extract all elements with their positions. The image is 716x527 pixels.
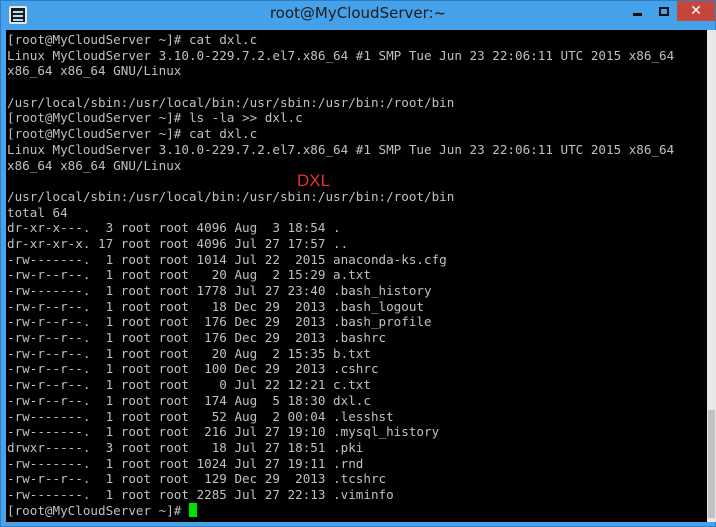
terminal-line: -rw-------. 1 root root 2285 Jul 27 22:1…	[7, 486, 394, 502]
close-button[interactable]: ✕	[677, 1, 715, 21]
scrollbar-thumb[interactable]	[708, 410, 715, 518]
terminal-line: [root@MyCloudServer ~]# ls -la >> dxl.c	[7, 110, 303, 126]
terminal-line: -rw-r--r--. 1 root root 174 Aug 5 18:30 …	[7, 392, 371, 408]
terminal-line: Linux MyCloudServer 3.10.0-229.7.2.el7.x…	[7, 141, 675, 157]
terminal-line: [root@MyCloudServer ~]# cat dxl.c	[7, 32, 258, 47]
terminal-line: -rw-r--r--. 1 root root 20 Aug 2 15:29 a…	[7, 267, 371, 283]
terminal-line: -rw-r--r--. 1 root root 100 Dec 29 2013 …	[7, 361, 379, 377]
terminal-line: -rw-------. 1 root root 1778 Jul 27 23:4…	[7, 283, 432, 298]
annotation-label: DXL	[297, 171, 331, 190]
terminal-line: total 64	[7, 204, 68, 220]
terminal-window: root@MyCloudServer:~ ✕ [root@MyCloudServ…	[0, 0, 716, 527]
close-icon: ✕	[690, 3, 702, 19]
terminal-line: -rw-r--r--. 1 root root 0 Jul 22 12:21 c…	[7, 377, 371, 393]
terminal-line: -rw-r--r--. 1 root root 176 Dec 29 2013 …	[7, 330, 387, 346]
terminal-output[interactable]: [root@MyCloudServer ~]# cat dxl.c Linux M…	[6, 30, 707, 522]
terminal-line: -rw-------. 1 root root 216 Jul 27 19:10…	[7, 424, 440, 440]
terminal-line: -rw-------. 1 root root 1014 Jul 22 2015…	[7, 251, 447, 267]
terminal-line: Linux MyCloudServer 3.10.0-229.7.2.el7.x…	[7, 47, 675, 63]
terminal-line: /usr/local/sbin:/usr/local/bin:/usr/sbin…	[7, 188, 455, 204]
vertical-scrollbar[interactable]	[707, 30, 716, 522]
terminal-line: -rw-r--r--. 1 root root 20 Aug 2 15:35 b…	[7, 345, 371, 361]
window-title: root@MyCloudServer:~	[269, 4, 447, 22]
terminal-line: x86_64 x86_64 GNU/Linux	[7, 157, 182, 173]
terminal-line: drwxr-----. 3 root root 18 Jul 27 18:51 …	[7, 439, 364, 455]
terminal-lines: [root@MyCloudServer ~]# cat dxl.c Linux M…	[7, 32, 674, 518]
terminal-line: -rw-r--r--. 1 root root 18 Dec 29 2013 .…	[7, 298, 425, 314]
prompt-text: [root@MyCloudServer ~]#	[7, 502, 189, 518]
terminal-line: [root@MyCloudServer ~]# cat dxl.c	[7, 126, 258, 142]
terminal-line: x86_64 x86_64 GNU/Linux	[7, 63, 182, 79]
prompt-line[interactable]: [root@MyCloudServer ~]#	[7, 502, 674, 519]
title-bar[interactable]: root@MyCloudServer:~ ✕	[1, 1, 715, 30]
maximize-button[interactable]	[651, 1, 677, 21]
terminal-line: /usr/local/sbin:/usr/local/bin:/usr/sbin…	[7, 94, 455, 110]
terminal-line: dr-xr-xr-x. 17 root root 4096 Jul 27 17:…	[7, 235, 349, 251]
terminal-line: dr-xr-x---. 3 root root 4096 Aug 3 18:54…	[7, 220, 341, 236]
minimize-button[interactable]	[624, 1, 650, 21]
terminal-line: -rw-------. 1 root root 52 Aug 2 00:04 .…	[7, 408, 394, 424]
maximize-icon	[659, 6, 669, 16]
terminal-line: -rw-r--r--. 1 root root 129 Dec 29 2013 …	[7, 471, 387, 487]
text-cursor	[188, 502, 197, 517]
minimize-icon	[632, 12, 642, 16]
terminal-line: -rw-------. 1 root root 1024 Jul 27 19:1…	[7, 455, 364, 471]
terminal-line: -rw-r--r--. 1 root root 176 Dec 29 2013 …	[7, 314, 432, 330]
